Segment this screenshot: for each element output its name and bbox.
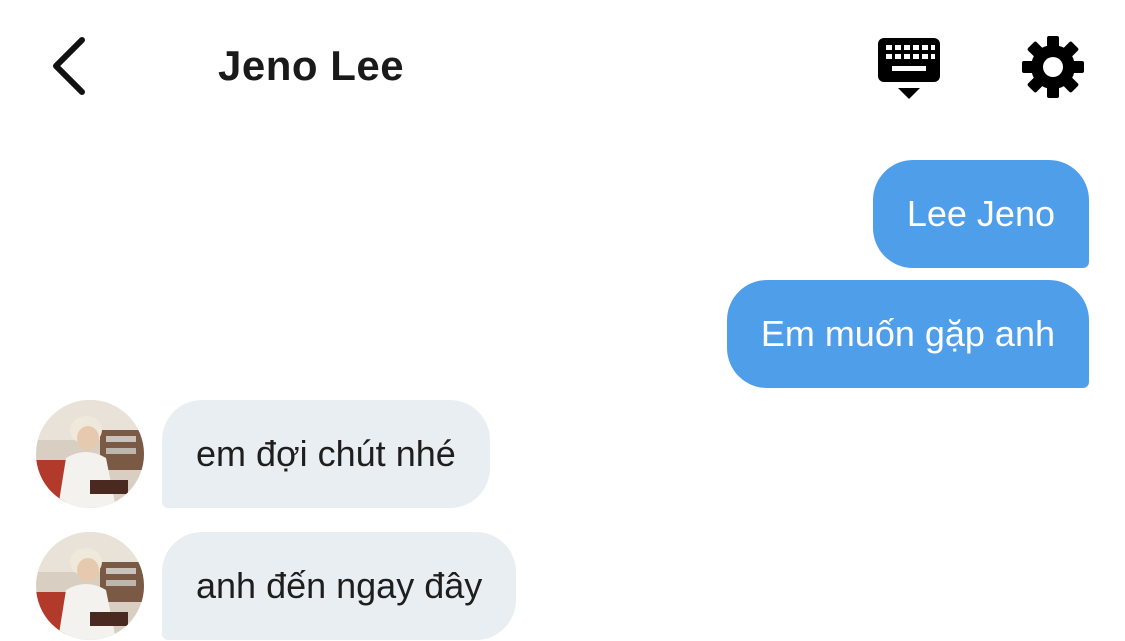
settings-button[interactable] [1020,34,1086,100]
avatar-photo [36,532,144,640]
message-bubble-outgoing[interactable]: Em muốn gặp anh [726,280,1089,388]
keyboard-icon [878,38,940,99]
chat-title: Jeno Lee [218,42,405,89]
message-bubble-incoming[interactable]: em đợi chút nhé [162,400,490,508]
avatar[interactable] [36,400,144,508]
message-text: anh đến ngay đây [196,565,483,606]
message-text: Lee Jeno [906,193,1055,234]
back-button[interactable] [40,34,96,98]
message-bubble-incoming[interactable]: anh đến ngay đây [162,532,517,640]
chevron-left-icon [53,37,85,95]
message-text: Em muốn gặp anh [760,313,1055,354]
avatar-photo [36,400,144,508]
message-bubble-outgoing[interactable]: Lee Jeno [872,160,1089,268]
chat-screen: Jeno Lee Lee Jeno Em muốn gặp anh em đợi… [0,0,1125,641]
keyboard-button[interactable] [874,34,944,102]
message-text: em đợi chút nhé [196,433,456,474]
avatar[interactable] [36,532,144,640]
gear-icon [1022,36,1084,98]
